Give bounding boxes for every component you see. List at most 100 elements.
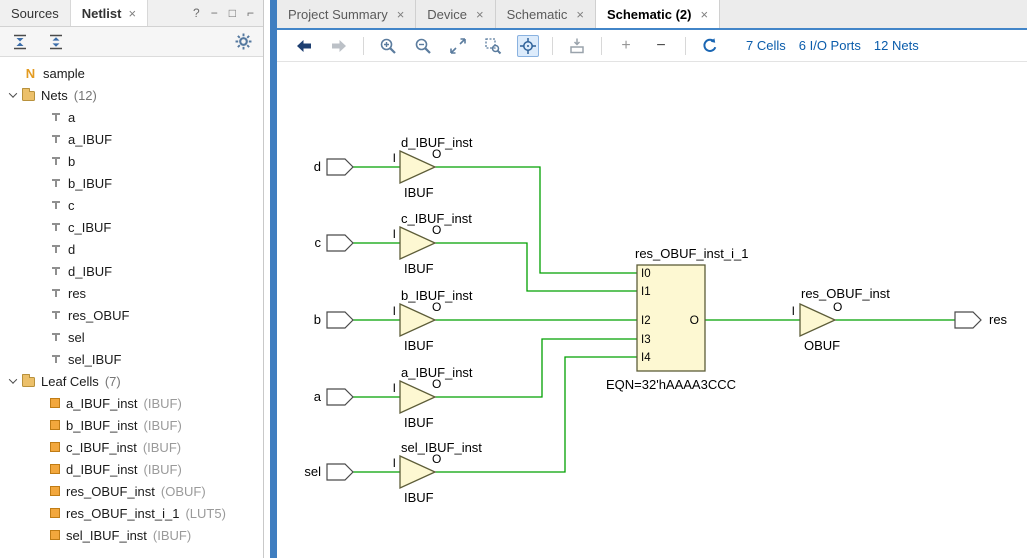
toolbar-separator bbox=[685, 37, 686, 55]
tree-item-net-c-ibuf[interactable]: c_IBUF bbox=[0, 216, 263, 238]
tab-label: Schematic bbox=[507, 7, 568, 22]
nets-count-link[interactable]: 12 Nets bbox=[874, 38, 919, 53]
pin-in-label: I bbox=[393, 304, 396, 318]
close-icon[interactable]: × bbox=[700, 7, 708, 22]
tab-sources-label: Sources bbox=[11, 6, 59, 21]
remove-from-schematic-icon[interactable]: − bbox=[650, 35, 672, 57]
tree-item-cell-d-ibuf-inst[interactable]: d_IBUF_inst(IBUF) bbox=[0, 458, 263, 480]
cell-type: (IBUF) bbox=[144, 462, 182, 477]
net-label: b bbox=[68, 154, 75, 169]
tree-item-cell-a-ibuf-inst[interactable]: a_IBUF_inst(IBUF) bbox=[0, 392, 263, 414]
tab-sources[interactable]: Sources bbox=[0, 0, 71, 26]
minimize-icon[interactable]: − bbox=[211, 6, 218, 20]
autofit-selection-icon[interactable] bbox=[517, 35, 539, 57]
cell-type: (LUT5) bbox=[185, 506, 225, 521]
float-icon[interactable]: ⌐ bbox=[247, 6, 254, 20]
tree-root-sample[interactable]: N sample bbox=[0, 62, 263, 84]
input-port-a[interactable] bbox=[327, 389, 353, 405]
tab-schematic-2[interactable]: Schematic (2) × bbox=[596, 0, 720, 28]
tab-netlist[interactable]: Netlist × bbox=[71, 0, 148, 26]
tree-item-net-b-ibuf[interactable]: b_IBUF bbox=[0, 172, 263, 194]
schematic-canvas[interactable]: d d_IBUF_inst I O IBUF c c_IBUF_inst I O… bbox=[277, 62, 1027, 558]
input-port-b[interactable] bbox=[327, 312, 353, 328]
caret-down-icon[interactable] bbox=[9, 89, 17, 97]
caret-down-icon[interactable] bbox=[9, 375, 17, 383]
tree-item-net-d[interactable]: d bbox=[0, 238, 263, 260]
maximize-icon[interactable]: □ bbox=[229, 6, 236, 20]
net-icon bbox=[50, 287, 62, 299]
tree-item-net-c[interactable]: c bbox=[0, 194, 263, 216]
net-label: c_IBUF bbox=[68, 220, 111, 235]
expand-all-icon[interactable] bbox=[46, 32, 66, 52]
tree-item-cell-res-obuf-inst-i-1[interactable]: res_OBUF_inst_i_1(LUT5) bbox=[0, 502, 263, 524]
help-icon[interactable]: ? bbox=[193, 6, 200, 20]
zoom-out-icon[interactable] bbox=[412, 35, 434, 57]
add-to-schematic-icon[interactable]: + bbox=[615, 35, 637, 57]
close-icon[interactable]: × bbox=[128, 6, 136, 21]
io-ports-count-link[interactable]: 6 I/O Ports bbox=[799, 38, 861, 53]
cell-icon bbox=[50, 508, 60, 518]
tree-item-cell-c-ibuf-inst[interactable]: c_IBUF_inst(IBUF) bbox=[0, 436, 263, 458]
tab-device[interactable]: Device × bbox=[416, 0, 495, 28]
net-d-wire[interactable] bbox=[353, 167, 637, 273]
net-icon bbox=[50, 111, 62, 123]
input-port-c[interactable] bbox=[327, 235, 353, 251]
tree-item-cell-res-obuf-inst[interactable]: res_OBUF_inst(OBUF) bbox=[0, 480, 263, 502]
focused-pane-indicator[interactable] bbox=[270, 0, 277, 558]
close-icon[interactable]: × bbox=[576, 7, 584, 22]
output-port-res[interactable] bbox=[955, 312, 981, 328]
tree-group-leaf-cells[interactable]: Leaf Cells (7) bbox=[0, 370, 263, 392]
tree-item-net-d-ibuf[interactable]: d_IBUF bbox=[0, 260, 263, 282]
tree-item-net-a[interactable]: a bbox=[0, 106, 263, 128]
cell-d-ibuf[interactable] bbox=[400, 151, 435, 183]
zoom-in-icon[interactable] bbox=[377, 35, 399, 57]
lut-eqn-label: EQN=32'hAAAA3CCC bbox=[606, 377, 736, 392]
net-icon bbox=[50, 177, 62, 189]
tree-item-net-a-ibuf[interactable]: a_IBUF bbox=[0, 128, 263, 150]
net-sel-wire[interactable] bbox=[353, 357, 637, 472]
refresh-icon[interactable] bbox=[699, 35, 721, 57]
close-icon[interactable]: × bbox=[476, 7, 484, 22]
tree-item-cell-b-ibuf-inst[interactable]: b_IBUF_inst(IBUF) bbox=[0, 414, 263, 436]
vivado-window: Sources Netlist × ? − □ ⌐ bbox=[0, 0, 1027, 558]
cells-count-link[interactable]: 7 Cells bbox=[746, 38, 786, 53]
lut-pin-label: I3 bbox=[641, 334, 651, 346]
tree-item-net-b[interactable]: b bbox=[0, 150, 263, 172]
back-icon[interactable] bbox=[293, 35, 315, 57]
tab-project-summary[interactable]: Project Summary × bbox=[277, 0, 416, 28]
cell-res-obuf[interactable] bbox=[800, 304, 835, 336]
pin-in-label: I bbox=[393, 151, 396, 165]
instance-label: sel_IBUF_inst bbox=[401, 440, 482, 455]
zoom-fit-icon[interactable] bbox=[447, 35, 469, 57]
cell-c-ibuf[interactable] bbox=[400, 227, 435, 259]
instance-label: res_OBUF_inst_i_1 bbox=[635, 246, 748, 261]
panel-window-controls: ? − □ ⌐ bbox=[193, 0, 263, 26]
pin-out-label: O bbox=[432, 223, 441, 237]
tab-schematic[interactable]: Schematic × bbox=[496, 0, 596, 28]
cell-b-ibuf[interactable] bbox=[400, 304, 435, 336]
gear-icon[interactable] bbox=[233, 32, 253, 52]
netlist-tree: N sample Nets (12) a a_IBUF b b_IBUF c c… bbox=[0, 57, 263, 558]
collapse-all-icon[interactable] bbox=[10, 32, 30, 52]
tab-label: Schematic (2) bbox=[607, 7, 692, 22]
input-port-sel[interactable] bbox=[327, 464, 353, 480]
tree-item-net-sel[interactable]: sel bbox=[0, 326, 263, 348]
close-icon[interactable]: × bbox=[397, 7, 405, 22]
tree-item-cell-sel-ibuf-inst[interactable]: sel_IBUF_inst(IBUF) bbox=[0, 524, 263, 546]
tree-group-nets[interactable]: Nets (12) bbox=[0, 84, 263, 106]
cell-sel-ibuf[interactable] bbox=[400, 456, 435, 488]
net-icon bbox=[50, 199, 62, 211]
forward-icon[interactable] bbox=[328, 35, 350, 57]
input-port-d[interactable] bbox=[327, 159, 353, 175]
cell-icon bbox=[50, 442, 60, 452]
document-tab-bar: Project Summary × Device × Schematic × S… bbox=[277, 0, 1027, 30]
cell-type-label: IBUF bbox=[404, 261, 434, 276]
tree-item-net-res[interactable]: res bbox=[0, 282, 263, 304]
tree-item-net-sel-ibuf[interactable]: sel_IBUF bbox=[0, 348, 263, 370]
cell-a-ibuf[interactable] bbox=[400, 381, 435, 413]
regenerate-layout-icon[interactable] bbox=[566, 35, 588, 57]
zoom-selection-icon[interactable] bbox=[482, 35, 504, 57]
tree-item-net-res-obuf[interactable]: res_OBUF bbox=[0, 304, 263, 326]
folder-icon bbox=[22, 91, 35, 101]
net-c-wire[interactable] bbox=[353, 243, 637, 291]
